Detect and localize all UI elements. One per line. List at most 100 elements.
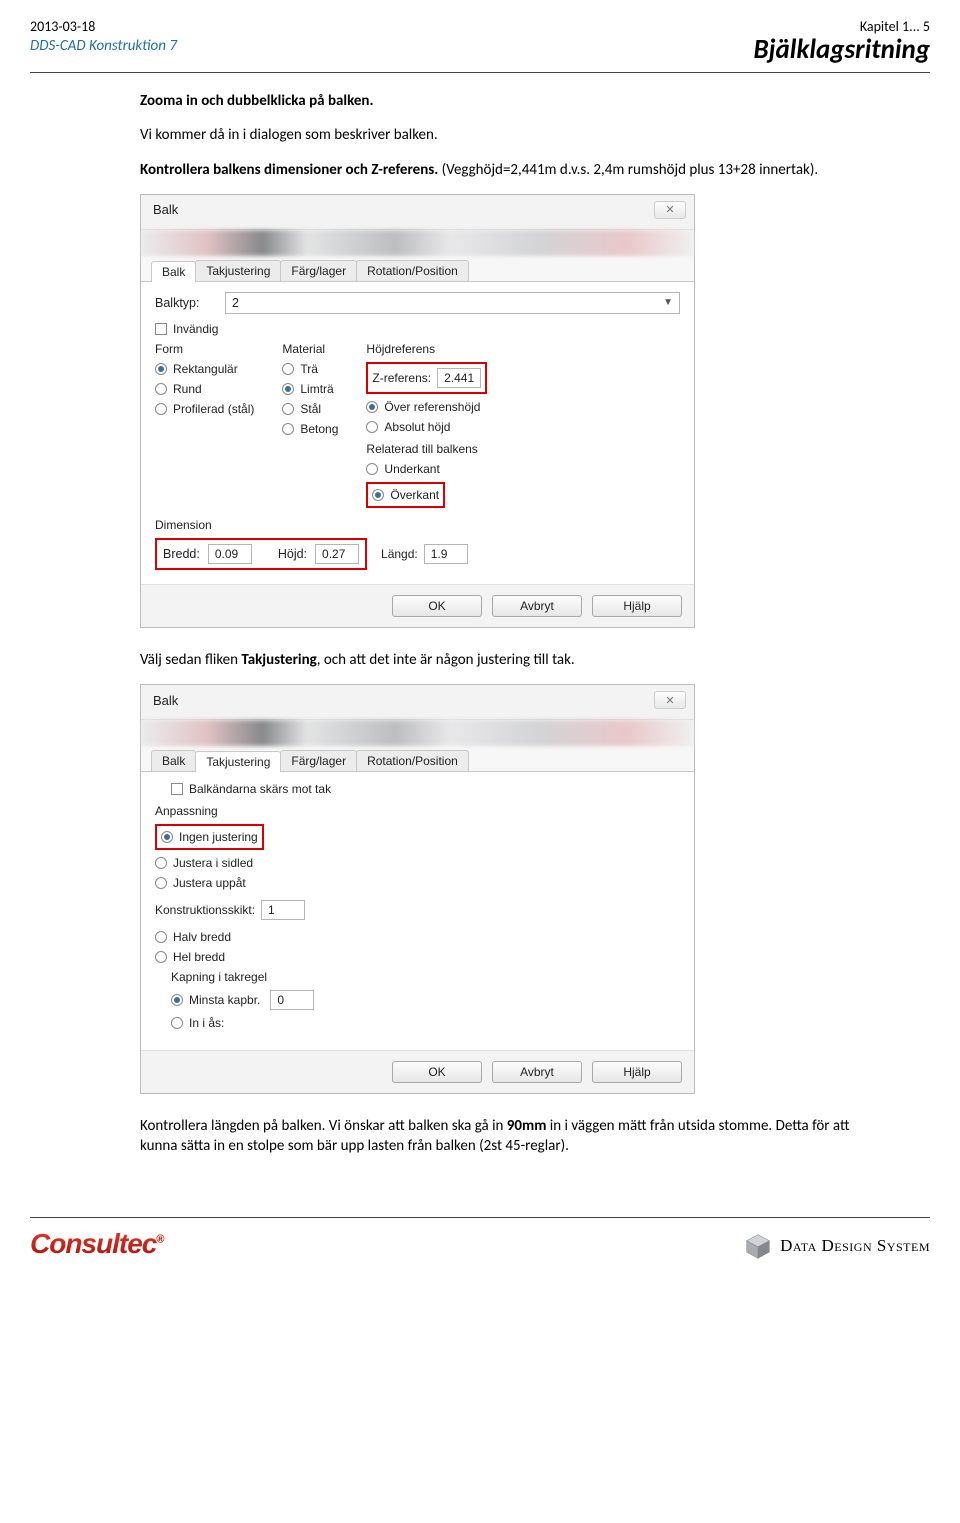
radio-ingen-justering[interactable]: Ingen justering bbox=[161, 830, 258, 844]
radio-minsta-kapbr[interactable]: Minsta kapbr. 0 bbox=[171, 990, 680, 1010]
radio-icon bbox=[161, 831, 173, 843]
zref-label: Z-referens: bbox=[372, 371, 431, 385]
tab-farglager[interactable]: Färg/lager bbox=[280, 750, 357, 771]
close-icon[interactable]: ✕ bbox=[654, 201, 686, 219]
radio-justera-uppat[interactable]: Justera uppåt bbox=[155, 876, 680, 890]
radio-icon bbox=[171, 994, 183, 1006]
dialog2-buttons: OK Avbryt Hjälp bbox=[141, 1050, 694, 1093]
radio-ingen-label: Ingen justering bbox=[179, 830, 258, 844]
hjalp-button[interactable]: Hjälp bbox=[592, 595, 682, 617]
doc-date: 2013-03-18 bbox=[30, 18, 177, 35]
langd-label: Längd: bbox=[381, 547, 418, 561]
ok-button[interactable]: OK bbox=[392, 595, 482, 617]
radio-uppat-label: Justera uppåt bbox=[173, 876, 246, 890]
para-5: Kontrollera längden på balken. Vi önskar… bbox=[140, 1116, 860, 1157]
invandig-label: Invändig bbox=[173, 322, 218, 336]
bredd-label: Bredd: bbox=[163, 547, 200, 561]
tab-farglager[interactable]: Färg/lager bbox=[280, 260, 357, 281]
hojdreferens-group: Höjdreferens Z-referens: 2.441 Över refe… bbox=[366, 342, 487, 508]
radio-hel-label: Hel bredd bbox=[173, 950, 225, 964]
radio-inas-label: In i ås: bbox=[189, 1016, 224, 1030]
form-group: Form Rektangulär Rund Profilerad (stål) bbox=[155, 342, 254, 508]
chevron-down-icon: ▼ bbox=[663, 297, 673, 308]
radio-hel-bredd[interactable]: Hel bredd bbox=[155, 950, 680, 964]
radio-icon bbox=[282, 383, 294, 395]
balkandarna-checkbox[interactable]: Balkändarna skärs mot tak bbox=[171, 782, 680, 796]
radio-icon bbox=[155, 403, 167, 415]
hojd-input[interactable]: 0.27 bbox=[315, 544, 359, 564]
tab-takjustering[interactable]: Takjustering bbox=[195, 260, 281, 281]
bredd-input[interactable]: 0.09 bbox=[208, 544, 252, 564]
langd-input[interactable]: 1.9 bbox=[424, 544, 468, 564]
dimension-heading: Dimension bbox=[155, 518, 680, 532]
radio-over-referenshojd[interactable]: Över referenshöjd bbox=[366, 400, 487, 414]
konstruktionsskikt-input[interactable]: 1 bbox=[261, 900, 305, 920]
close-icon[interactable]: ✕ bbox=[654, 691, 686, 709]
radio-in-i-as[interactable]: In i ås: bbox=[171, 1016, 680, 1030]
radio-justera-sidled[interactable]: Justera i sidled bbox=[155, 856, 680, 870]
radio-stal[interactable]: Stål bbox=[282, 402, 338, 416]
tab-rotation-position[interactable]: Rotation/Position bbox=[356, 750, 469, 771]
para-4a: Välj sedan fliken bbox=[140, 651, 241, 669]
dds-text: Data Design System bbox=[780, 1236, 930, 1256]
avbryt-button[interactable]: Avbryt bbox=[492, 595, 582, 617]
radio-abs-label: Absolut höjd bbox=[384, 420, 450, 434]
dialog2-panel: Balkändarna skärs mot tak Anpassning Ing… bbox=[141, 771, 694, 1050]
radio-overkant[interactable]: Överkant bbox=[372, 488, 439, 502]
radio-absolut-hojd[interactable]: Absolut höjd bbox=[366, 420, 487, 434]
radio-betong[interactable]: Betong bbox=[282, 422, 338, 436]
product-name: DDS-CAD Konstruktion 7 bbox=[30, 37, 177, 55]
material-group: Material Trä Limträ Stål Betong bbox=[282, 342, 338, 508]
dimension-highlight: Bredd: 0.09 Höjd: 0.27 bbox=[155, 538, 367, 570]
registered-mark: ® bbox=[156, 1233, 163, 1245]
para-4: Välj sedan fliken Takjustering, och att … bbox=[140, 650, 860, 670]
radio-icon bbox=[282, 423, 294, 435]
relaterad-heading: Relaterad till balkens bbox=[366, 442, 487, 456]
minsta-kapbr-input[interactable]: 0 bbox=[270, 990, 314, 1010]
dialog1-background-blur bbox=[141, 230, 694, 256]
konstruktionsskikt-label: Konstruktionsskikt: bbox=[155, 903, 255, 917]
tab-balk[interactable]: Balk bbox=[151, 261, 196, 282]
content: Zooma in och dubbelklicka på balken. Vi … bbox=[140, 91, 860, 1157]
radio-stal-label: Stål bbox=[300, 402, 321, 416]
dialog1-columns: Form Rektangulär Rund Profilerad (stål) … bbox=[155, 342, 680, 508]
radio-icon bbox=[155, 931, 167, 943]
invandig-checkbox[interactable]: Invändig bbox=[155, 322, 680, 336]
radio-halv-label: Halv bredd bbox=[173, 930, 231, 944]
form-heading: Form bbox=[155, 342, 254, 356]
radio-limtra[interactable]: Limträ bbox=[282, 382, 338, 396]
dialog1-title: Balk bbox=[153, 202, 178, 217]
dialog2-tabs: Balk Takjustering Färg/lager Rotation/Po… bbox=[141, 746, 694, 771]
ok-button[interactable]: OK bbox=[392, 1061, 482, 1083]
para-5a: Kontrollera längden på balken. Vi önskar… bbox=[140, 1117, 507, 1135]
zref-input[interactable]: 2.441 bbox=[437, 368, 481, 388]
hjalp-button[interactable]: Hjälp bbox=[592, 1061, 682, 1083]
hojd-label: Höjd: bbox=[278, 547, 307, 561]
tab-rotation-position[interactable]: Rotation/Position bbox=[356, 260, 469, 281]
radio-rund[interactable]: Rund bbox=[155, 382, 254, 396]
balk-dialog-2: Balk ✕ Balk Takjustering Färg/lager Rota… bbox=[140, 684, 695, 1094]
radio-icon bbox=[366, 421, 378, 433]
radio-icon bbox=[155, 383, 167, 395]
radio-icon bbox=[155, 857, 167, 869]
radio-icon bbox=[282, 403, 294, 415]
radio-halv-bredd[interactable]: Halv bredd bbox=[155, 930, 680, 944]
radio-profilerad[interactable]: Profilerad (stål) bbox=[155, 402, 254, 416]
balktyp-select[interactable]: 2 ▼ bbox=[225, 292, 680, 314]
material-heading: Material bbox=[282, 342, 338, 356]
tab-balk[interactable]: Balk bbox=[151, 750, 196, 771]
radio-rektangular[interactable]: Rektangulär bbox=[155, 362, 254, 376]
para-1: Zooma in och dubbelklicka på balken. bbox=[140, 91, 860, 111]
avbryt-button[interactable]: Avbryt bbox=[492, 1061, 582, 1083]
radio-rekt-label: Rektangulär bbox=[173, 362, 238, 376]
para-3-rest: (Vegghöjd=2,441m d.v.s. 2,4m rumshöjd pl… bbox=[438, 161, 818, 179]
header-right: Kapitel 1... 5 Bjälklagsritning bbox=[753, 18, 930, 66]
radio-underkant[interactable]: Underkant bbox=[366, 462, 487, 476]
tab-takjustering[interactable]: Takjustering bbox=[195, 751, 281, 772]
radio-tra[interactable]: Trä bbox=[282, 362, 338, 376]
radio-icon bbox=[366, 463, 378, 475]
para-3-bold: Kontrollera balkens dimensioner och Z-re… bbox=[140, 161, 438, 179]
ingen-justering-highlight: Ingen justering bbox=[155, 824, 264, 850]
anpassning-heading: Anpassning bbox=[155, 804, 680, 818]
page-title: Bjälklagsritning bbox=[753, 33, 930, 66]
